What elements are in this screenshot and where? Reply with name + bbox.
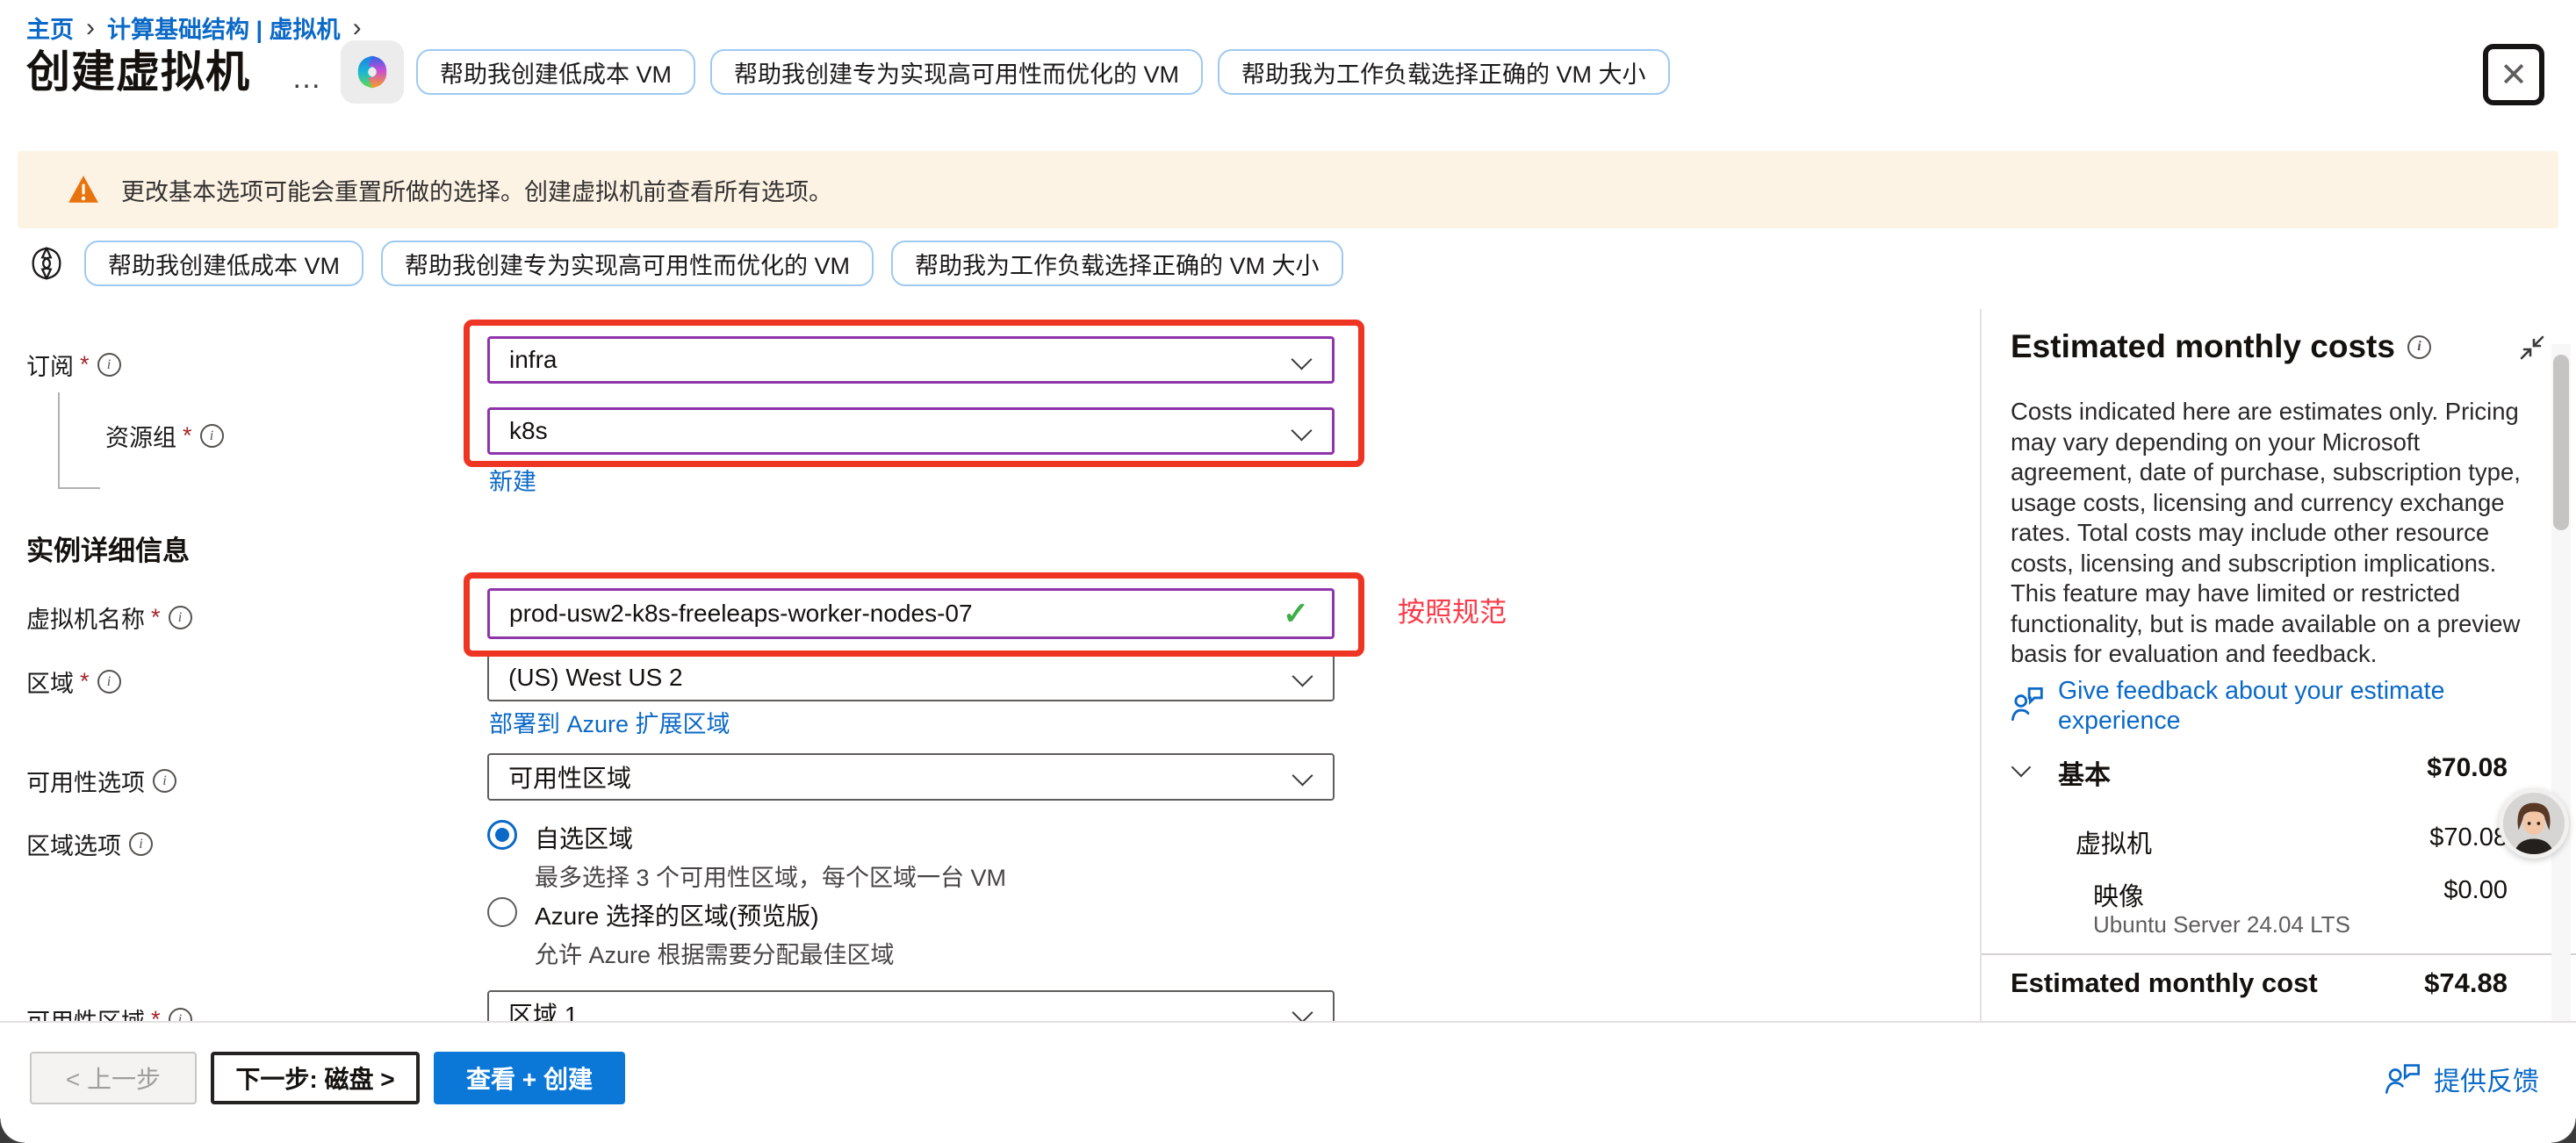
cost-row-vm-value: $70.08 [2429, 823, 2508, 852]
label-connector-line [58, 392, 60, 489]
info-icon[interactable]: i [153, 769, 176, 793]
cost-row-image-label: 映像 [2093, 876, 2144, 913]
region-label: 区域 * i [26, 665, 121, 699]
avatar-illustration [2503, 793, 2565, 854]
label-connector-line [58, 487, 100, 489]
region-value: (US) West US 2 [508, 664, 683, 692]
previous-button[interactable]: < 上一步 [30, 1052, 197, 1104]
suggestion-high-availability-vm[interactable]: 帮助我创建专为实现高可用性而优化的 VM [710, 49, 1203, 95]
vm-name-label: 虚拟机名称 * i [26, 600, 192, 635]
zone-option-azure-select[interactable]: Azure 选择的区域(预览版) [487, 897, 819, 932]
panel-scrollbar-thumb[interactable] [2553, 355, 2569, 530]
cost-total-label: Estimated monthly cost [2011, 967, 2318, 999]
footer-bar: < 上一步 下一步: 磁盘 > 查看 + 创建 提供反馈 [0, 1021, 2576, 1143]
vm-name-value: prod-usw2-k8s-freeleaps-worker-nodes-07 [509, 600, 973, 628]
feedback-icon [2011, 685, 2046, 723]
cost-row-image-value: $0.00 [2443, 876, 2508, 905]
page-title: 创建虚拟机 [26, 37, 250, 100]
resource-group-value: k8s [509, 417, 548, 445]
required-asterisk: * [183, 422, 192, 449]
radio-unselected-icon [487, 897, 517, 927]
warning-icon [67, 174, 100, 205]
copilot-button[interactable] [341, 40, 404, 104]
subscription-value: infra [509, 346, 557, 374]
cost-total-value: $74.88 [2424, 967, 2508, 999]
assist-low-cost-vm[interactable]: 帮助我创建低成本 VM [84, 241, 363, 286]
estimate-feedback-link[interactable]: Give feedback about your estimate experi… [2011, 676, 2502, 736]
annotation-text: 按照规范 [1398, 590, 1507, 629]
collapse-panel-icon[interactable] [2516, 332, 2548, 363]
next-disks-button[interactable]: 下一步: 磁盘 > [211, 1052, 420, 1104]
availability-options-label: 可用性选项 i [26, 764, 176, 798]
suggestion-right-vm-size[interactable]: 帮助我为工作负载选择正确的 VM 大小 [1218, 49, 1670, 95]
subscription-dropdown[interactable]: infra [487, 336, 1335, 384]
instance-details-section-title: 实例详细信息 [26, 528, 190, 568]
create-new-resource-group-link[interactable]: 新建 [489, 463, 536, 497]
info-icon[interactable]: i [97, 670, 121, 694]
more-options-icon[interactable]: … [291, 61, 323, 96]
required-asterisk: * [151, 604, 161, 631]
warning-text: 更改基本选项可能会重置所做的选择。创建虚拟机前查看所有选项。 [121, 173, 832, 207]
zone-options-label: 区域选项 i [26, 827, 153, 861]
zone-option-self-select-desc: 最多选择 3 个可用性区域，每个区域一台 VM [535, 859, 1006, 893]
close-button[interactable]: ✕ [2483, 44, 2544, 105]
warning-banner: 更改基本选项可能会重置所做的选择。创建虚拟机前查看所有选项。 [18, 151, 2558, 228]
assist-right-vm-size[interactable]: 帮助我为工作负载选择正确的 VM 大小 [891, 241, 1343, 286]
resource-group-label: 资源组 * i [105, 419, 224, 453]
cost-panel-title: Estimated monthly costs i [2011, 328, 2431, 365]
zone-option-azure-select-desc: 允许 Azure 根据需要分配最佳区域 [535, 936, 895, 970]
vm-name-input[interactable]: prod-usw2-k8s-freeleaps-worker-nodes-07 … [487, 588, 1335, 639]
info-icon[interactable]: i [97, 353, 121, 377]
feedback-icon [2385, 1062, 2421, 1096]
resource-group-dropdown[interactable]: k8s [487, 407, 1335, 455]
availability-options-value: 可用性区域 [508, 759, 631, 794]
assist-chips-row: 帮助我创建低成本 VM 帮助我创建专为实现高可用性而优化的 VM 帮助我为工作负… [26, 241, 1343, 286]
info-icon[interactable]: i [200, 424, 224, 448]
required-asterisk: * [80, 351, 90, 378]
region-dropdown[interactable]: (US) West US 2 [487, 654, 1335, 701]
panel-divider [1980, 309, 1982, 1021]
info-icon[interactable]: i [2407, 335, 2431, 359]
close-icon: ✕ [2500, 55, 2528, 95]
cost-panel-divider [1982, 953, 2576, 955]
avatar[interactable] [2499, 788, 2569, 859]
required-asterisk: * [80, 668, 90, 695]
cost-row-image-sub: Ubuntu Server 24.04 LTS [2093, 911, 2350, 938]
suggestion-low-cost-vm[interactable]: 帮助我创建低成本 VM [416, 49, 695, 95]
availability-options-dropdown[interactable]: 可用性区域 [487, 753, 1335, 801]
copilot-icon [352, 52, 392, 92]
review-create-button[interactable]: 查看 + 创建 [434, 1052, 625, 1104]
valid-check-icon: ✓ [1283, 595, 1309, 632]
zone-option-azure-select-label: Azure 选择的区域(预览版) [535, 897, 819, 932]
radio-selected-icon [487, 820, 517, 850]
copilot-outline-icon [26, 243, 67, 284]
chevron-right-icon: › [353, 13, 362, 43]
edge-zone-link[interactable]: 部署到 Azure 扩展区域 [489, 705, 730, 739]
info-icon[interactable]: i [129, 832, 153, 856]
cost-panel-description: Costs indicated here are estimates only.… [2011, 397, 2543, 670]
zone-option-self-select-label: 自选区域 [535, 820, 633, 855]
cost-row-vm-label: 虚拟机 [2076, 823, 2152, 860]
cost-group-basic-label: 基本 [2058, 753, 2111, 792]
info-icon[interactable]: i [169, 606, 192, 629]
zone-option-self-select[interactable]: 自选区域 [487, 820, 633, 855]
chevron-down-icon[interactable] [2011, 758, 2032, 778]
title-suggestion-chips: 帮助我创建低成本 VM 帮助我创建专为实现高可用性而优化的 VM 帮助我为工作负… [416, 49, 1670, 95]
subscription-label: 订阅 * i [26, 348, 121, 382]
cost-group-basic-value: $70.08 [2427, 753, 2508, 783]
feedback-link[interactable]: 提供反馈 [2385, 1060, 2539, 1098]
assist-high-availability-vm[interactable]: 帮助我创建专为实现高可用性而优化的 VM [381, 241, 874, 286]
